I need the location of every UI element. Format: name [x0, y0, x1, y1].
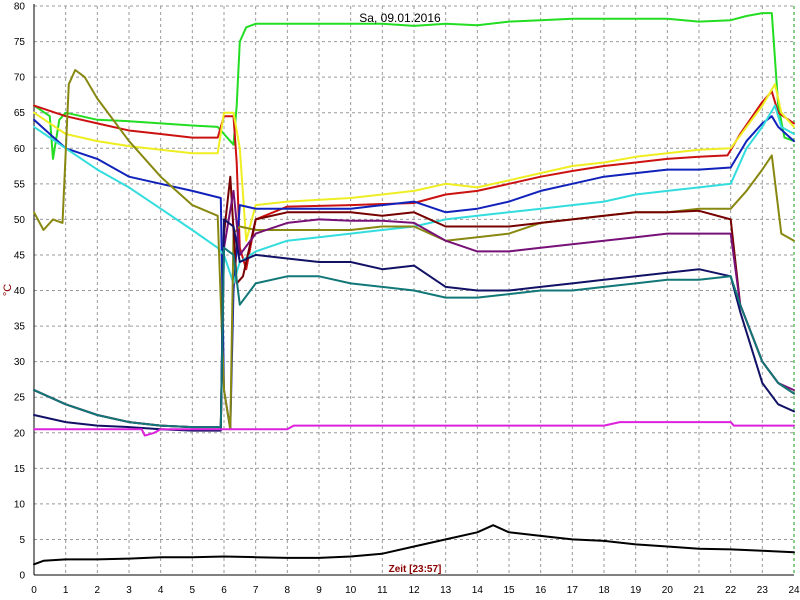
x-tick-label: 11	[377, 585, 388, 596]
y-axis-label: °C	[2, 284, 14, 296]
y-tick-label: 30	[14, 357, 26, 368]
y-tick-label: 40	[14, 286, 26, 297]
y-tick-label: 50	[14, 215, 26, 226]
x-tick-label: 20	[662, 585, 674, 596]
x-tick-label: 9	[316, 585, 322, 596]
x-tick-label: 12	[408, 585, 420, 596]
chart: 0 1 2 3 4 5 6 7 8 9 10 11 12 13 14 15 16 17 18 19 20 21 22 23 24…	[0, 0, 800, 600]
y-tick-label: 60	[14, 144, 26, 155]
x-tick-label: 1	[63, 585, 69, 596]
chart-background	[0, 0, 800, 600]
x-tick-label: 19	[630, 585, 642, 596]
x-tick-label: 8	[285, 585, 291, 596]
y-tick-label: 20	[14, 428, 26, 439]
y-tick-label: 70	[14, 73, 26, 84]
x-tick-label: 0	[31, 585, 37, 596]
y-tick-label: 65	[14, 108, 26, 119]
x-tick-label: 16	[535, 585, 547, 596]
line-chart: 0 1 2 3 4 5 6 7 8 9 10 11 12 13 14 15 16 17 18 19 20 21 22 23 24…	[0, 0, 800, 600]
x-axis-label: Zeit [23:57]	[389, 564, 442, 575]
y-tick-label: 55	[14, 179, 26, 190]
x-tick-label: 23	[757, 585, 769, 596]
x-tick-label: 3	[126, 585, 132, 596]
y-tick-label: 75	[14, 37, 26, 48]
x-tick-label: 22	[725, 585, 737, 596]
y-tick-label: 45	[14, 250, 26, 261]
x-tick-label: 24	[788, 585, 800, 596]
x-tick-label: 7	[253, 585, 259, 596]
y-tick-label: 0	[19, 571, 25, 582]
x-tick-label: 4	[158, 585, 164, 596]
x-tick-label: 13	[440, 585, 452, 596]
x-tick-label: 17	[567, 585, 579, 596]
y-tick-label: 25	[14, 393, 26, 404]
x-tick-label: 2	[95, 585, 101, 596]
chart-title: Sa, 09.01.2016	[359, 11, 441, 25]
y-tick-label: 80	[14, 2, 26, 13]
x-tick-label: 14	[472, 585, 484, 596]
x-tick-label: 15	[503, 585, 515, 596]
y-tick-label: 5	[19, 535, 25, 546]
x-tick-label: 21	[693, 585, 705, 596]
x-tick-label: 18	[598, 585, 610, 596]
x-tick-label: 5	[190, 585, 196, 596]
y-tick-label: 35	[14, 322, 26, 333]
x-tick-label: 10	[345, 585, 357, 596]
y-tick-label: 15	[14, 464, 26, 475]
y-tick-label: 10	[14, 499, 26, 510]
x-tick-label: 6	[221, 585, 227, 596]
